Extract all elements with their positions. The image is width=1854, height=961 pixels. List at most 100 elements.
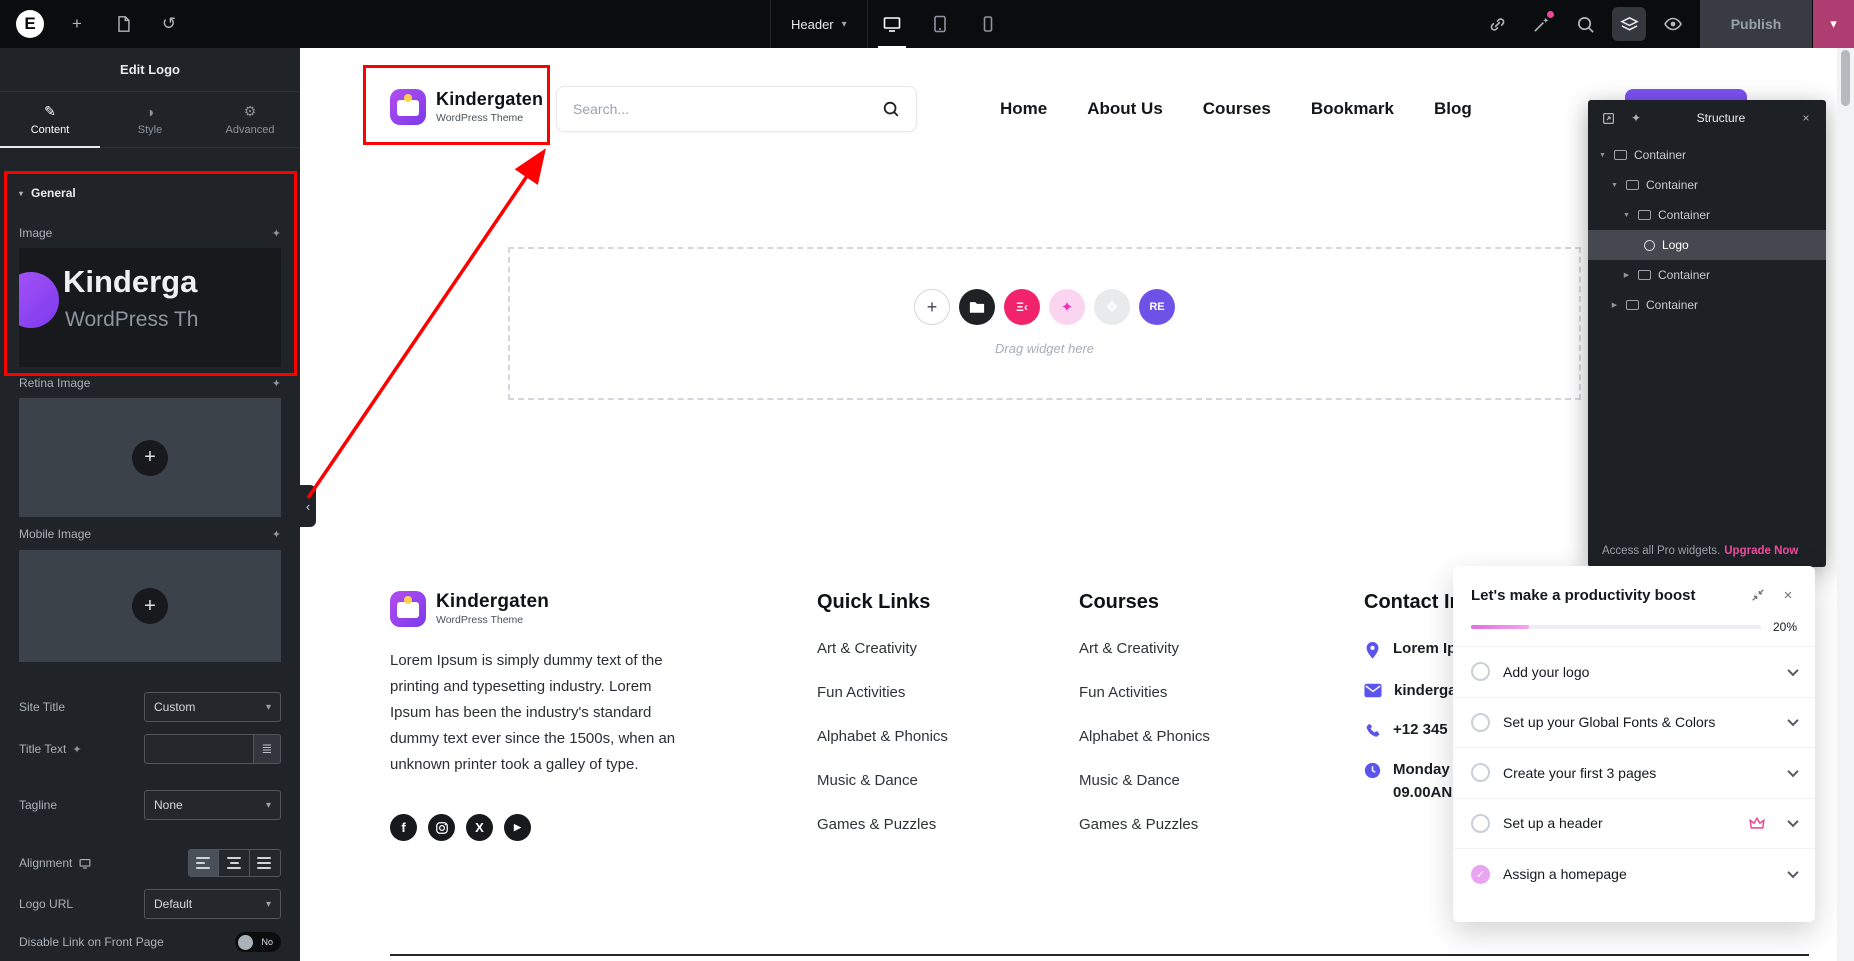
section-general[interactable]: ▾ General [19,186,76,200]
footer-link[interactable]: Art & Creativity [817,640,948,657]
logo-image-preview[interactable]: Kinderga WordPress Th [19,248,281,367]
caret-right-icon[interactable]: ▶ [1610,301,1619,309]
site-header-logo[interactable]: Kindergaten WordPress Theme [390,89,543,125]
logo-url-select[interactable]: Default ▾ [144,889,281,919]
responsive-monitor-icon[interactable] [78,857,92,870]
add-image-button[interactable]: + [132,439,168,476]
minimize-checklist-button[interactable] [1749,586,1767,604]
footer-link[interactable]: Fun Activities [817,684,948,701]
nav-link-courses[interactable]: Courses [1203,99,1271,119]
chevron-down-icon[interactable] [1787,765,1799,777]
add-image-button[interactable]: + [132,588,168,624]
footer-link[interactable]: Fun Activities [1079,684,1210,701]
finder-search-button[interactable] [1568,7,1602,41]
ai-sparkle-icon[interactable]: ✦ [272,528,281,541]
x-social-icon[interactable]: X [466,814,493,841]
mobile-image-uploader[interactable]: + [19,550,281,662]
retina-image-uploader[interactable]: + [19,398,281,517]
scrollbar-thumb[interactable] [1841,50,1850,106]
checklist-item-logo[interactable]: Add your logo [1453,647,1815,698]
facebook-icon[interactable]: f [390,814,417,841]
structure-panel-button[interactable] [1612,7,1646,41]
publish-options-button[interactable]: ▾ [1813,0,1854,48]
footer-link[interactable]: Alphabet & Phonics [1079,728,1210,745]
add-element-button[interactable]: + [64,11,90,37]
tab-content[interactable]: ✎ Content [0,92,100,148]
title-text-input[interactable] [144,734,253,764]
elementor-logo[interactable]: E [16,10,44,38]
tab-advanced[interactable]: ⚙ Advanced [200,92,300,147]
search-input[interactable] [573,101,882,117]
search-icon[interactable] [882,100,900,118]
caret-down-icon[interactable]: ▼ [1610,182,1619,189]
disable-link-toggle[interactable]: No [235,932,281,952]
close-checklist-button[interactable]: × [1779,586,1797,604]
tree-row-container[interactable]: ▼ Container [1588,170,1826,200]
align-center-button[interactable] [219,849,250,877]
instagram-icon[interactable] [428,814,455,841]
caret-down-icon[interactable]: ▼ [1622,212,1631,219]
template-library-button[interactable] [959,289,995,325]
footer-link[interactable]: Games & Puzzles [817,816,948,833]
chevron-down-icon[interactable] [1787,715,1799,727]
copy-link-button[interactable] [1480,7,1514,41]
grid-template-button[interactable]: ❖ [1094,289,1130,325]
site-search-bar[interactable] [556,86,917,132]
checklist-item-fonts[interactable]: Set up your Global Fonts & Colors [1453,698,1815,748]
dynamic-tags-button[interactable]: ≣ [253,734,281,764]
ai-sparkle-icon[interactable]: ✦ [272,227,281,240]
site-title-select[interactable]: Custom ▾ [144,692,281,722]
tree-row-container[interactable]: ▶ Container [1588,290,1826,320]
nav-link-home[interactable]: Home [1000,99,1047,119]
footer-logo[interactable]: Kindergaten WordPress Theme [390,591,549,627]
ai-sparkle-icon[interactable]: ✦ [272,377,281,390]
tab-style[interactable]: ◑ Style [100,92,200,147]
youtube-icon[interactable]: ▶ [504,814,531,841]
align-left-button[interactable] [188,849,219,877]
preview-button[interactable] [1656,7,1690,41]
footer-link[interactable]: Music & Dance [817,772,948,789]
close-structure-button[interactable]: × [1796,108,1816,128]
footer-link[interactable]: Games & Puzzles [1079,816,1210,833]
footer-link[interactable]: Alphabet & Phonics [817,728,948,745]
topbar-center-group: Header ▾ [770,0,1012,48]
popout-button[interactable] [1598,108,1618,128]
elementskit-button[interactable]: Ξ‹ [1004,289,1040,325]
nav-link-blog[interactable]: Blog [1434,99,1472,119]
device-desktop-button[interactable] [868,0,916,48]
panel-collapse-handle[interactable]: ‹ [300,485,316,527]
ai-sparkle-button[interactable]: ✦ [1626,108,1646,128]
tagline-select[interactable]: None ▾ [144,790,281,820]
chevron-down-icon[interactable] [1787,867,1799,879]
caret-down-icon[interactable]: ▼ [1598,152,1607,159]
vertical-scrollbar[interactable] [1837,48,1854,961]
footer-link[interactable]: Art & Creativity [1079,640,1210,657]
checklist-item-homepage[interactable]: ✓ Assign a homepage [1453,849,1815,900]
widget-dropzone[interactable]: + Ξ‹ ✦ ❖ RE Drag widget here [508,247,1581,400]
caret-right-icon[interactable]: ▶ [1622,271,1631,279]
chevron-down-icon[interactable] [1787,816,1799,828]
document-switcher[interactable]: Header ▾ [771,0,867,48]
add-section-button[interactable]: + [914,289,950,325]
publish-button[interactable]: Publish [1700,0,1812,48]
ai-assistant-button[interactable] [1524,7,1558,41]
history-button[interactable]: ↺ [156,11,182,37]
tree-row-container[interactable]: ▶ Container [1588,260,1826,290]
tree-row-container[interactable]: ▼ Container [1588,140,1826,170]
checklist-item-pages[interactable]: Create your first 3 pages [1453,748,1815,799]
nav-link-bookmark[interactable]: Bookmark [1311,99,1394,119]
checklist-item-header[interactable]: Set up a header [1453,799,1815,849]
nav-link-about[interactable]: About Us [1087,99,1163,119]
footer-link[interactable]: Music & Dance [1079,772,1210,789]
chevron-down-icon[interactable] [1787,664,1799,676]
ai-builder-button[interactable]: ✦ [1049,289,1085,325]
ai-sparkle-icon[interactable]: ✦ [72,743,81,756]
tree-row-logo-selected[interactable]: Logo [1588,230,1826,260]
upgrade-now-link[interactable]: Upgrade Now [1724,545,1798,557]
royal-elementor-button[interactable]: RE [1139,289,1175,325]
device-mobile-button[interactable] [964,0,1012,48]
page-settings-button[interactable] [110,11,136,37]
align-right-button[interactable] [250,849,281,877]
device-tablet-button[interactable] [916,0,964,48]
tree-row-container[interactable]: ▼ Container [1588,200,1826,230]
